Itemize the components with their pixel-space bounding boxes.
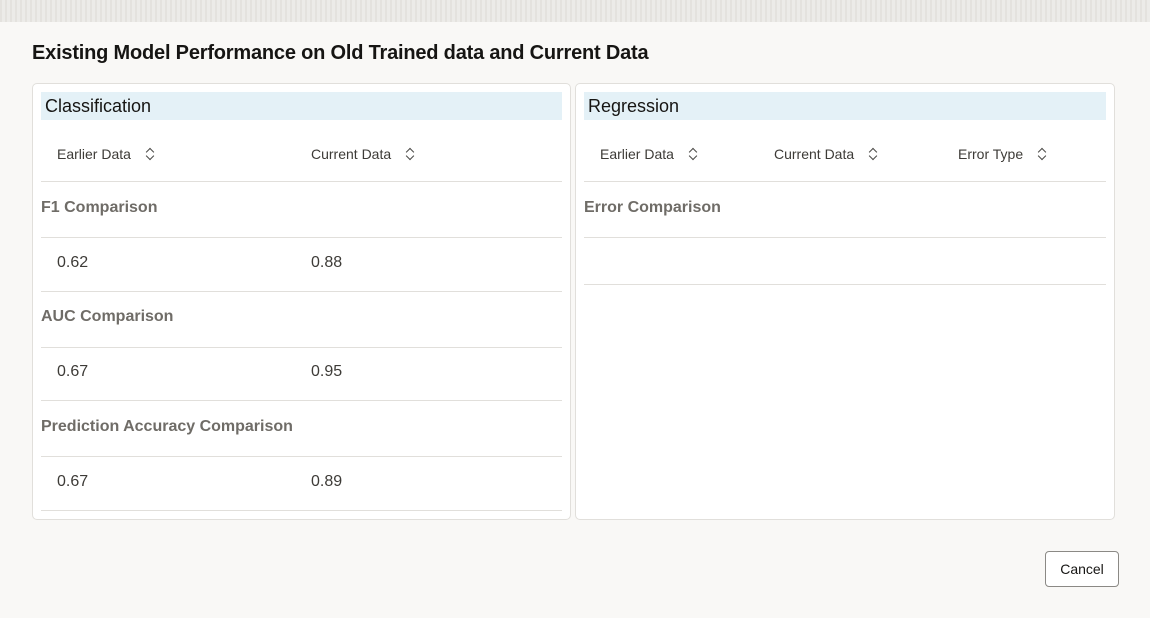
table-cell-current: 0.89 bbox=[311, 473, 343, 490]
table-cell-current: 0.88 bbox=[311, 254, 343, 271]
cancel-button[interactable]: Cancel bbox=[1045, 551, 1119, 587]
divider bbox=[41, 181, 562, 182]
table-cell-earlier: 0.62 bbox=[57, 254, 89, 271]
table-cell-current: 0.95 bbox=[311, 363, 343, 380]
table-cell-earlier: 0.67 bbox=[57, 473, 89, 490]
background-strip bbox=[0, 0, 1150, 22]
column-header-current-data[interactable]: Current Data bbox=[311, 146, 415, 162]
classification-panel: Classification Earlier Data Current Data… bbox=[32, 83, 571, 520]
divider bbox=[584, 237, 1106, 238]
divider bbox=[41, 400, 562, 401]
sort-icon[interactable] bbox=[405, 147, 415, 161]
group-label-error-comparison: Error Comparison bbox=[584, 199, 721, 216]
divider bbox=[584, 284, 1106, 285]
sort-icon[interactable] bbox=[1037, 147, 1047, 161]
column-header-label: Error Type bbox=[958, 146, 1024, 162]
dialog-title: Existing Model Performance on Old Traine… bbox=[32, 42, 649, 64]
column-header-error-type[interactable]: Error Type bbox=[958, 146, 1047, 162]
classification-panel-title: Classification bbox=[41, 92, 562, 120]
model-performance-dialog: Existing Model Performance on Old Traine… bbox=[0, 22, 1150, 618]
sort-icon[interactable] bbox=[868, 147, 878, 161]
column-header-earlier-data[interactable]: Earlier Data bbox=[600, 146, 698, 162]
column-header-label: Current Data bbox=[774, 146, 855, 162]
divider bbox=[41, 291, 562, 292]
divider bbox=[41, 237, 562, 238]
group-label-prediction-accuracy: Prediction Accuracy Comparison bbox=[41, 418, 293, 435]
table-cell-earlier: 0.67 bbox=[57, 363, 89, 380]
regression-panel: Regression Earlier Data Current Data Err… bbox=[575, 83, 1115, 520]
regression-panel-title: Regression bbox=[584, 92, 1106, 120]
column-header-label: Current Data bbox=[311, 146, 392, 162]
group-label-auc: AUC Comparison bbox=[41, 308, 174, 325]
divider bbox=[41, 456, 562, 457]
column-header-earlier-data[interactable]: Earlier Data bbox=[57, 146, 155, 162]
sort-icon[interactable] bbox=[145, 147, 155, 161]
divider bbox=[41, 510, 562, 511]
column-header-label: Earlier Data bbox=[57, 146, 131, 162]
sort-icon[interactable] bbox=[688, 147, 698, 161]
column-header-current-data[interactable]: Current Data bbox=[774, 146, 878, 162]
divider bbox=[41, 347, 562, 348]
divider bbox=[584, 181, 1106, 182]
group-label-f1: F1 Comparison bbox=[41, 199, 158, 216]
column-header-label: Earlier Data bbox=[600, 146, 674, 162]
